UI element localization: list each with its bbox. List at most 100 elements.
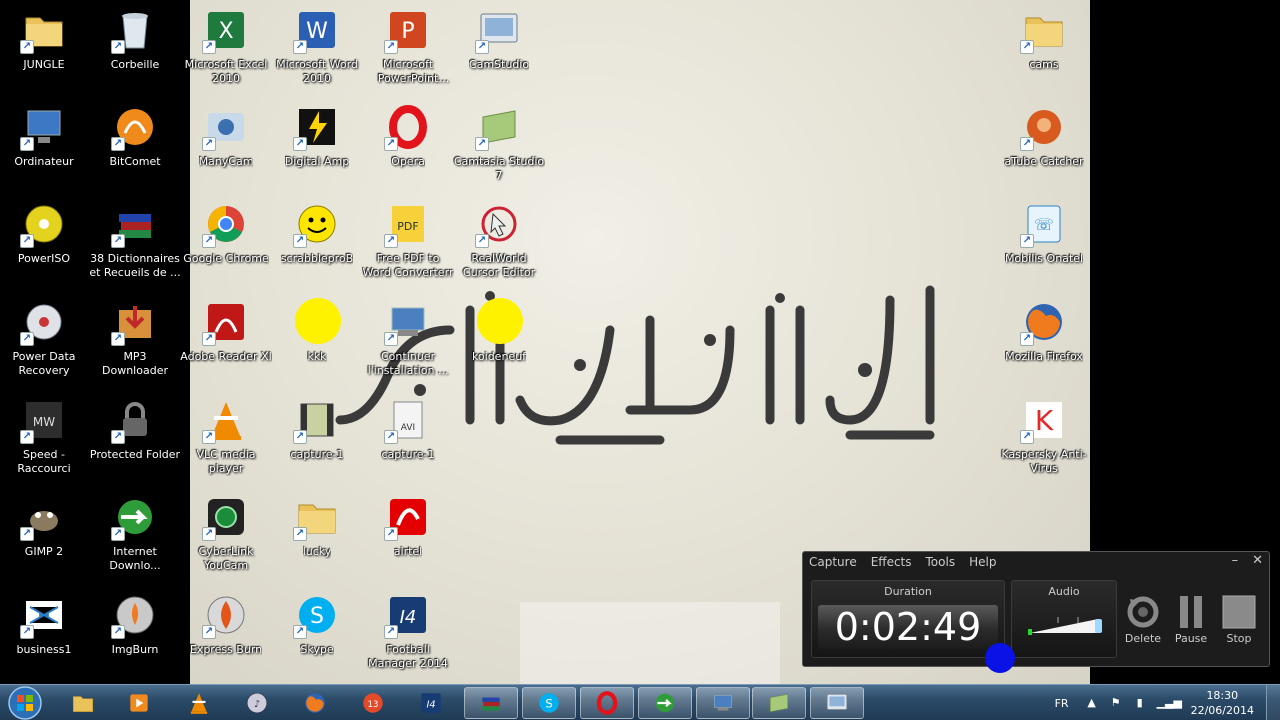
desktop-icon-label: GIMP 2 [24, 545, 64, 558]
desktop-icon[interactable]: ↗ Google Chrome [180, 200, 272, 266]
shortcut-arrow-icon: ↗ [293, 40, 307, 54]
taskbar-button[interactable] [696, 687, 750, 719]
delete-button[interactable]: Delete [1123, 592, 1163, 645]
desktop-icon[interactable]: ↗ JUNGLE [0, 6, 90, 72]
shortcut-arrow-icon: ↗ [202, 625, 216, 639]
desktop-icon[interactable]: W ↗ Microsoft Word 2010 [271, 6, 363, 86]
taskbar-button[interactable] [288, 687, 342, 719]
desktop-icon[interactable]: ↗ ImgBurn [89, 591, 181, 657]
desktop-icon[interactable]: ↗ MP3 Downloader [89, 298, 181, 378]
excel-icon: X ↗ [202, 6, 250, 54]
youcam-icon: ↗ [202, 493, 250, 541]
desktop-icon[interactable]: ↗ Opera [362, 103, 454, 169]
mp3-downloader-icon: ↗ [111, 298, 159, 346]
desktop-icon[interactable]: ↗ Continuer l'installation ... [362, 298, 454, 378]
desktop-icon-label: Protected Folder [89, 448, 181, 461]
shortcut-arrow-icon: ↗ [475, 40, 489, 54]
desktop-icon[interactable]: ↗ 38 Dictionnaires et Recueils de ... [89, 200, 181, 280]
desktop-icon-label: capture-1 [290, 448, 344, 461]
power-icon[interactable]: ▮ [1133, 696, 1147, 710]
show-desktop-button[interactable] [1266, 685, 1280, 720]
menu-tools[interactable]: Tools [926, 555, 956, 569]
desktop-icon[interactable]: ↗ CyberLink YouCam [180, 493, 272, 573]
desktop-icon[interactable]: K ↗ Kaspersky Anti-Virus [998, 396, 1090, 476]
taskbar-button[interactable] [172, 687, 226, 719]
desktop-icon[interactable]: ↗ capture-1 [271, 396, 363, 462]
desktop-icon[interactable]: ↗ PowerISO [0, 200, 90, 266]
desktop-icon[interactable]: MW ↗ Speed - Raccourci [0, 396, 90, 476]
desktop-icon[interactable]: ↗ Ordinateur [0, 103, 90, 169]
desktop-icon[interactable]: ↗ Digital Amp [271, 103, 363, 169]
taskbar-button[interactable]: ♪ [230, 687, 284, 719]
taskbar-button[interactable] [810, 687, 864, 719]
menu-help[interactable]: Help [969, 555, 996, 569]
desktop-icon[interactable]: ↗ Camtasia Studio 7 [453, 103, 545, 183]
shortcut-arrow-icon: ↗ [384, 234, 398, 248]
desktop-icon[interactable]: ↗ VLC media player [180, 396, 272, 476]
start-button[interactable] [4, 685, 46, 720]
network-signal-icon[interactable]: ▁▃▅ [1157, 696, 1182, 710]
taskbar-button[interactable]: 13 [346, 687, 400, 719]
desktop-icon[interactable]: ↗ BitComet [89, 103, 181, 169]
desktop-icon-label: Microsoft Excel 2010 [184, 58, 268, 85]
desktop-icon[interactable]: P↗ Microsoft PowerPoint 2010 [362, 6, 454, 86]
desktop-icon[interactable]: PDF ↗ Free PDF to Word Converterr [362, 200, 454, 280]
desktop-icon[interactable]: AVI ↗ capture-1 [362, 396, 454, 462]
taskbar-button[interactable] [580, 687, 634, 719]
desktop-icon[interactable]: ↗ CamStudio [453, 6, 545, 72]
audio-level-slider[interactable] [1028, 615, 1104, 635]
stop-button[interactable]: Stop [1219, 592, 1259, 645]
desktop-icon[interactable]: ↗ Corbeille [89, 6, 181, 72]
clock[interactable]: 18:30 22/06/2014 [1191, 688, 1254, 718]
close-button[interactable]: ✕ [1252, 553, 1263, 568]
desktop-icon[interactable]: S ↗ Skype [271, 591, 363, 657]
desktop-icon[interactable]: ↗ airtel [362, 493, 454, 559]
books-icon [482, 697, 500, 711]
desktop-icon[interactable]: ↗ Mozilla Firefox [998, 298, 1090, 364]
adobe-reader-icon: ↗ [202, 298, 250, 346]
desktop-icon[interactable]: ☏ ↗ Mobilis Onatel [998, 200, 1090, 266]
word-icon: W ↗ [293, 6, 341, 54]
desktop-icon[interactable]: ↗ Internet Downlo... [89, 493, 181, 573]
shortcut-arrow-icon: ↗ [20, 625, 34, 639]
desktop-icon[interactable]: ↗ GIMP 2 [0, 493, 90, 559]
taskbar-button[interactable] [638, 687, 692, 719]
desktop-icon[interactable]: ↗ aTube Catcher [998, 103, 1090, 169]
desktop-icon[interactable]: ↗ RealWorld Cursor Editor [453, 200, 545, 280]
taskbar-button[interactable]: I4 [404, 687, 458, 719]
shortcut-arrow-icon: ↗ [202, 430, 216, 444]
desktop-icon[interactable]: ↗ Protected Folder [89, 396, 181, 462]
menu-effects[interactable]: Effects [871, 555, 912, 569]
minimize-button[interactable]: – [1232, 553, 1239, 568]
install-icon: ↗ [384, 298, 432, 346]
desktop-icon-label: business1 [16, 643, 72, 656]
desktop-icon[interactable]: ↗ Power Data Recovery [0, 298, 90, 378]
show-hidden-icons-icon[interactable]: ▲ [1085, 696, 1099, 710]
desktop-icon[interactable]: I4 ↗ Football Manager 2014 [362, 591, 454, 671]
action-center-flag-icon[interactable]: ⚑ [1109, 696, 1123, 710]
svg-text:K: K [1035, 404, 1054, 437]
desktop-icon-label: Football Manager 2014 [368, 643, 448, 670]
language-indicator[interactable]: FR [1055, 697, 1069, 710]
clock-date: 22/06/2014 [1190, 704, 1254, 717]
desktop-icon[interactable]: ↗ scrabbleproB [271, 200, 363, 266]
idm-icon: ↗ [111, 493, 159, 541]
desktop-icon[interactable]: ↗ Express Burn [180, 591, 272, 657]
menu-capture[interactable]: Capture [809, 555, 857, 569]
pause-button[interactable]: Pause [1171, 592, 1211, 645]
svg-text:13: 13 [367, 700, 378, 710]
taskbar-button[interactable]: S [522, 687, 576, 719]
taskbar-button[interactable] [112, 687, 166, 719]
desktop-icon[interactable]: ↗ ManyCam [180, 103, 272, 169]
desktop-icon[interactable]: X ↗ Microsoft Excel 2010 [180, 6, 272, 86]
express-burn-icon: ↗ [202, 591, 250, 639]
taskbar-button[interactable] [752, 687, 806, 719]
desktop-icon[interactable]: ↗ Adobe Reader XI [180, 298, 272, 364]
desktop-icon-label: Microsoft Word 2010 [276, 58, 358, 85]
taskbar-button[interactable] [464, 687, 518, 719]
taskbar-button[interactable] [56, 687, 110, 719]
desktop-icon[interactable]: ↗ business1 [0, 591, 90, 657]
desktop-icon[interactable]: ↗ lucky [271, 493, 363, 559]
shortcut-arrow-icon: ↗ [20, 234, 34, 248]
desktop-icon[interactable]: ↗ cams [998, 6, 1090, 72]
